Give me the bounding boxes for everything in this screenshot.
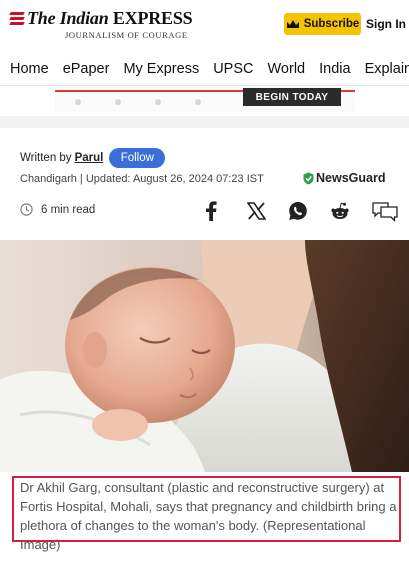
nav-item-explained[interactable]: Explained: [365, 61, 409, 77]
image-caption: Dr Akhil Garg, consultant (plastic and r…: [20, 480, 397, 552]
facebook-icon: [206, 201, 217, 221]
clock-icon: [20, 203, 33, 216]
site-logo[interactable]: The Indian EXPRESS JOURNALISM OF COURAGE: [9, 8, 193, 40]
newsguard-badge[interactable]: NewsGuard: [303, 171, 385, 185]
ad-cta-button[interactable]: BEGIN TODAY: [243, 88, 341, 106]
shield-check-icon: [303, 172, 314, 184]
logo-title: The Indian EXPRESS: [27, 8, 193, 28]
byline: Written by Parul Follow: [20, 148, 166, 168]
hero-image: [0, 240, 409, 472]
nav-item-india[interactable]: India: [319, 61, 350, 77]
main-nav: Home ePaper My Express UPSC World India …: [0, 52, 409, 86]
sign-in-link[interactable]: Sign In: [366, 17, 406, 31]
nav-item-my-express[interactable]: My Express: [123, 61, 199, 77]
nav-item-epaper[interactable]: ePaper: [63, 61, 110, 77]
nav-item-upsc[interactable]: UPSC: [213, 61, 253, 77]
facebook-share-button[interactable]: [200, 200, 222, 222]
written-by-label: Written by: [20, 152, 72, 164]
read-time: 6 min read: [20, 203, 95, 216]
whatsapp-share-button[interactable]: [287, 200, 309, 222]
subscribe-button[interactable]: Subscribe: [284, 13, 361, 35]
section-divider: [0, 116, 409, 128]
nav-item-world[interactable]: World: [268, 61, 306, 77]
nav-item-home[interactable]: Home: [10, 61, 49, 77]
comment-icon: [372, 202, 398, 222]
comment-button[interactable]: [371, 200, 399, 222]
x-share-button[interactable]: [245, 200, 267, 222]
reddit-share-button[interactable]: [329, 200, 351, 222]
ad-banner[interactable]: BEGIN TODAY: [55, 86, 355, 112]
ad-dot: [155, 99, 161, 105]
logo-tagline: JOURNALISM OF COURAGE: [65, 30, 188, 40]
x-icon: [246, 202, 266, 220]
whatsapp-icon: [289, 202, 307, 220]
site-header: The Indian EXPRESS JOURNALISM OF COURAGE…: [0, 0, 409, 48]
author-link[interactable]: Parul: [75, 152, 104, 164]
ad-dot: [115, 99, 121, 105]
dateline: Chandigarh | Updated: August 26, 2024 07…: [20, 173, 264, 185]
read-time-label: 6 min read: [41, 203, 96, 216]
subscribe-label: Subscribe: [303, 18, 360, 30]
logo-stripes-icon: [9, 11, 25, 26]
follow-button[interactable]: Follow: [109, 148, 166, 168]
baby-photo: [0, 240, 409, 472]
newsguard-label: NewsGuard: [316, 171, 386, 185]
ad-dot: [75, 99, 81, 105]
crown-icon: [286, 20, 299, 28]
reddit-icon: [331, 202, 349, 219]
ad-dot: [195, 99, 201, 105]
